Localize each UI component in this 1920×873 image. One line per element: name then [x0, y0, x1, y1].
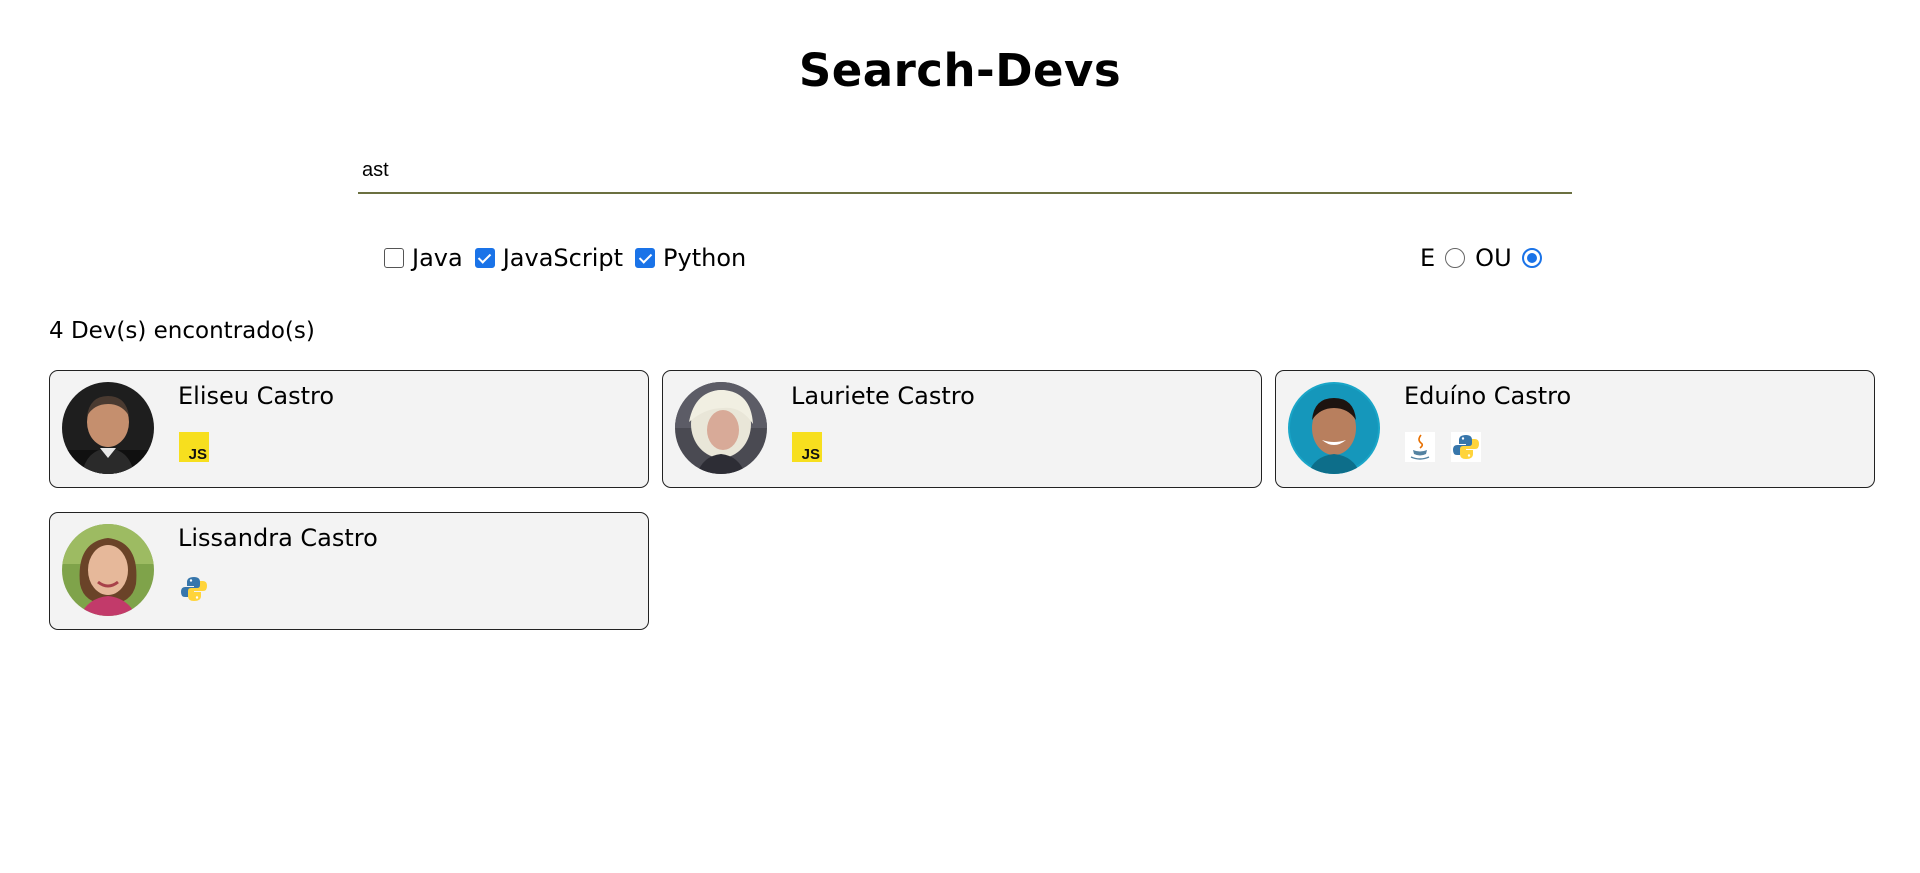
avatar [62, 524, 154, 616]
search-devs-page: Search-Devs Java JavaScript Python E OU … [0, 0, 1920, 873]
avatar [675, 382, 767, 474]
search-input[interactable] [358, 148, 1572, 192]
dev-technologies: JS [178, 431, 210, 463]
javascript-checkbox[interactable] [474, 248, 495, 268]
operator-and-label: E [1420, 244, 1436, 272]
java-checkbox[interactable] [384, 248, 404, 268]
dev-name: Lissandra Castro [178, 524, 378, 552]
svg-text:JS: JS [802, 446, 820, 462]
avatar [1288, 382, 1380, 474]
page-title: Search-Devs [798, 44, 1122, 97]
dev-technologies [1404, 431, 1482, 463]
operator-or-radio[interactable] [1521, 248, 1542, 268]
dev-technologies [178, 573, 210, 605]
dev-name: Eliseu Castro [178, 382, 335, 410]
python-icon [1450, 431, 1482, 463]
filter-javascript-label: JavaScript [502, 244, 624, 272]
operator-and-radio[interactable] [1445, 248, 1466, 268]
python-checkbox[interactable] [635, 248, 656, 268]
avatar [62, 382, 154, 474]
results-count: 4 Dev(s) encontrado(s) [49, 318, 315, 344]
java-icon [1404, 431, 1436, 463]
technology-filters: Java JavaScript Python [384, 243, 748, 273]
filter-java[interactable]: Java [384, 244, 463, 272]
operator-or-label: OU [1475, 244, 1512, 272]
svg-text:JS: JS [189, 446, 207, 462]
search-field[interactable] [358, 148, 1572, 194]
dev-card[interactable]: Eduíno Castro [1275, 370, 1875, 488]
dev-name: Lauriete Castro [791, 382, 975, 410]
python-icon [178, 573, 210, 605]
dev-name: Eduíno Castro [1404, 382, 1572, 410]
dev-technologies: JS [791, 431, 823, 463]
dev-card[interactable]: Lauriete Castro JS [662, 370, 1262, 488]
filter-java-label: Java [412, 244, 463, 272]
filter-python[interactable]: Python [635, 244, 746, 272]
javascript-icon: JS [791, 431, 823, 463]
filter-python-label: Python [663, 244, 747, 272]
dev-card[interactable]: Eliseu Castro JS [49, 370, 649, 488]
dev-card[interactable]: Lissandra Castro [49, 512, 649, 630]
operator-selector: E OU [1420, 243, 1542, 273]
javascript-icon: JS [178, 431, 210, 463]
filter-javascript[interactable]: JavaScript [474, 244, 624, 272]
